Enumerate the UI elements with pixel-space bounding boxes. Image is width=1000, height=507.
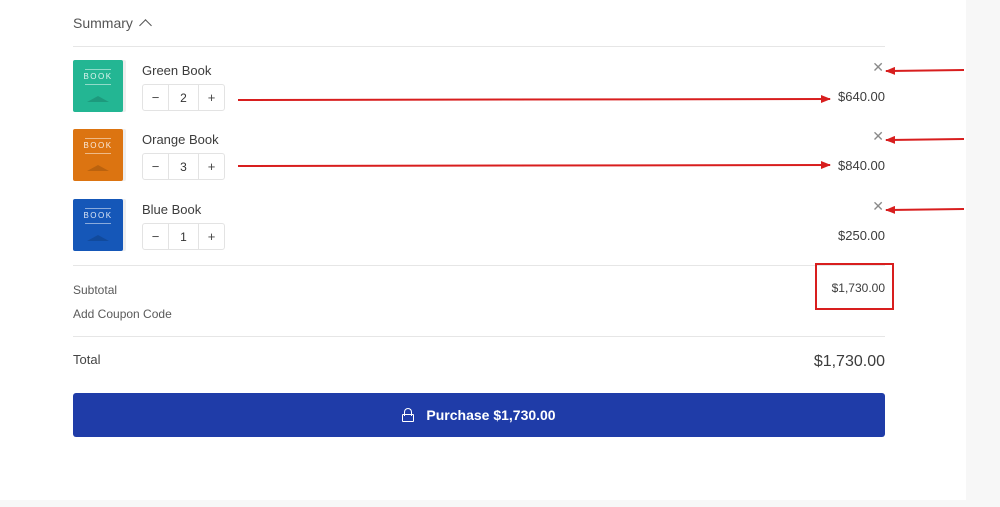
increment-button[interactable]: + bbox=[199, 224, 224, 249]
annotation-arrow bbox=[885, 66, 965, 75]
cart-item: BOOK Orange Book − 3 + ✕ $840.00 bbox=[73, 129, 885, 185]
close-icon[interactable]: ✕ bbox=[872, 199, 884, 213]
divider bbox=[73, 336, 885, 337]
close-icon[interactable]: ✕ bbox=[872, 129, 884, 143]
cart-item: BOOK Blue Book − 1 + ✕ $250.00 bbox=[73, 199, 885, 255]
item-price: $840.00 bbox=[838, 158, 885, 173]
divider bbox=[73, 46, 885, 47]
product-thumbnail: BOOK bbox=[73, 129, 123, 181]
item-price: $250.00 bbox=[838, 228, 885, 243]
decrement-button[interactable]: − bbox=[143, 154, 168, 179]
summary-title: Summary bbox=[73, 15, 133, 31]
quantity-value[interactable]: 3 bbox=[168, 154, 199, 179]
annotation-arrow bbox=[885, 135, 965, 144]
quantity-stepper: − 3 + bbox=[142, 153, 225, 180]
cover-title: BOOK bbox=[83, 72, 113, 81]
purchase-button[interactable]: Purchase $1,730.00 bbox=[73, 393, 885, 437]
increment-button[interactable]: + bbox=[199, 85, 224, 110]
lock-icon bbox=[402, 408, 415, 422]
close-icon[interactable]: ✕ bbox=[872, 60, 884, 74]
annotation-arrow bbox=[885, 205, 965, 214]
cover-title: BOOK bbox=[83, 141, 113, 150]
purchase-label: Purchase $1,730.00 bbox=[426, 407, 556, 423]
subtotal-value: $1,730.00 bbox=[831, 281, 885, 295]
product-thumbnail: BOOK bbox=[73, 199, 123, 251]
page-background-strip bbox=[966, 0, 1000, 507]
cart-item: BOOK Green Book − 2 + ✕ $640.00 bbox=[73, 60, 885, 116]
item-name: Green Book bbox=[142, 63, 212, 78]
decrement-button[interactable]: − bbox=[143, 85, 168, 110]
total-label: Total bbox=[73, 352, 101, 367]
cover-title: BOOK bbox=[83, 211, 113, 220]
item-name: Orange Book bbox=[142, 132, 219, 147]
add-coupon-link[interactable]: Add Coupon Code bbox=[73, 307, 172, 321]
increment-button[interactable]: + bbox=[199, 154, 224, 179]
quantity-value[interactable]: 1 bbox=[168, 224, 199, 249]
quantity-value[interactable]: 2 bbox=[168, 85, 199, 110]
item-name: Blue Book bbox=[142, 202, 202, 217]
summary-toggle[interactable]: Summary bbox=[73, 15, 152, 32]
quantity-stepper: − 2 + bbox=[142, 84, 225, 111]
decrement-button[interactable]: − bbox=[143, 224, 168, 249]
subtotal-label: Subtotal bbox=[73, 283, 118, 297]
item-price: $640.00 bbox=[838, 89, 885, 104]
total-value: $1,730.00 bbox=[813, 353, 885, 370]
quantity-stepper: − 1 + bbox=[142, 223, 225, 250]
product-thumbnail: BOOK bbox=[73, 60, 123, 112]
page-background-bottom bbox=[0, 500, 966, 507]
chevron-up-icon bbox=[139, 18, 152, 32]
divider bbox=[73, 265, 885, 266]
